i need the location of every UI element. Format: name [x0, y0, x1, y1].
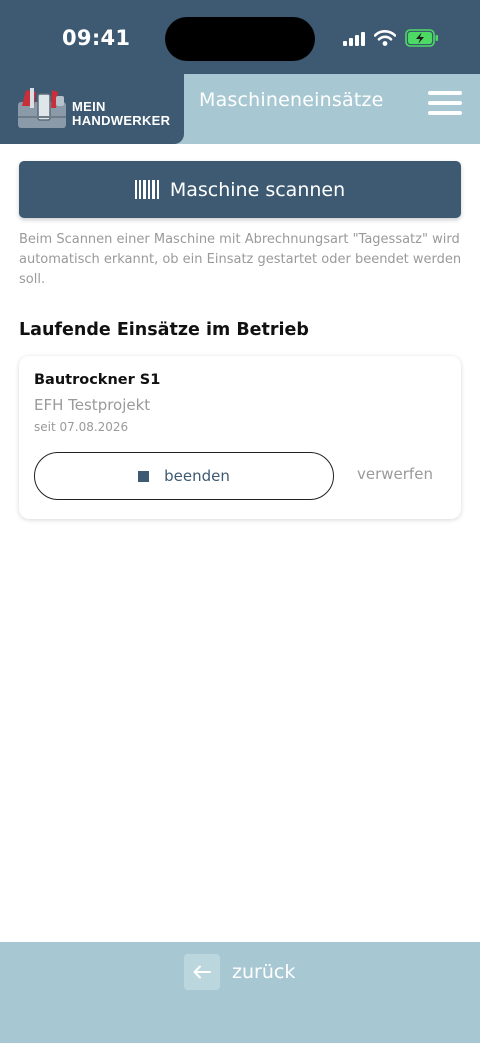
project-name: EFH Testprojekt	[34, 396, 151, 414]
barcode-icon	[134, 180, 159, 199]
end-button[interactable]: beenden	[34, 452, 334, 500]
wifi-icon	[374, 30, 396, 46]
scan-help-text: Beim Scannen einer Maschine mit Abrechnu…	[19, 232, 462, 287]
menu-icon	[428, 91, 462, 115]
machine-name: Bautrockner S1	[34, 372, 161, 388]
back-label: zurück	[232, 961, 296, 983]
page-title: Maschineneinsätze	[199, 89, 384, 111]
discard-button[interactable]: verwerfen	[357, 465, 433, 483]
dynamic-island	[165, 17, 315, 61]
arrow-left-icon	[184, 954, 220, 990]
scan-machine-button[interactable]: Maschine scannen	[19, 161, 461, 218]
end-button-label: beenden	[164, 467, 230, 485]
stop-icon	[138, 470, 150, 482]
signal-icon	[343, 31, 365, 46]
back-button[interactable]: zurück	[184, 954, 295, 990]
app-logo[interactable]: MEIN HANDWERKER	[0, 74, 184, 144]
battery-charging-icon	[405, 29, 438, 47]
start-date: seit 07.08.2026	[34, 420, 129, 434]
toolbox-logo-icon	[18, 88, 66, 128]
section-title: Laufende Einsätze im Betrieb	[19, 320, 309, 340]
logo-text: MEIN HANDWERKER	[72, 100, 170, 128]
scan-button-label: Maschine scannen	[169, 178, 346, 201]
status-time: 09:41	[62, 26, 131, 50]
menu-button[interactable]	[428, 91, 462, 117]
logo-line2: HANDWERKER	[72, 113, 171, 128]
app-header: MEIN HANDWERKER Maschineneinsätze	[0, 74, 480, 144]
logo-line1: MEIN	[72, 99, 106, 114]
machine-card: Bautrockner S1 EFH Testprojekt seit 07.0…	[19, 356, 461, 519]
status-bar: 09:41	[0, 0, 480, 74]
status-icons	[343, 29, 439, 47]
footer-bar: zurück	[0, 942, 480, 1043]
